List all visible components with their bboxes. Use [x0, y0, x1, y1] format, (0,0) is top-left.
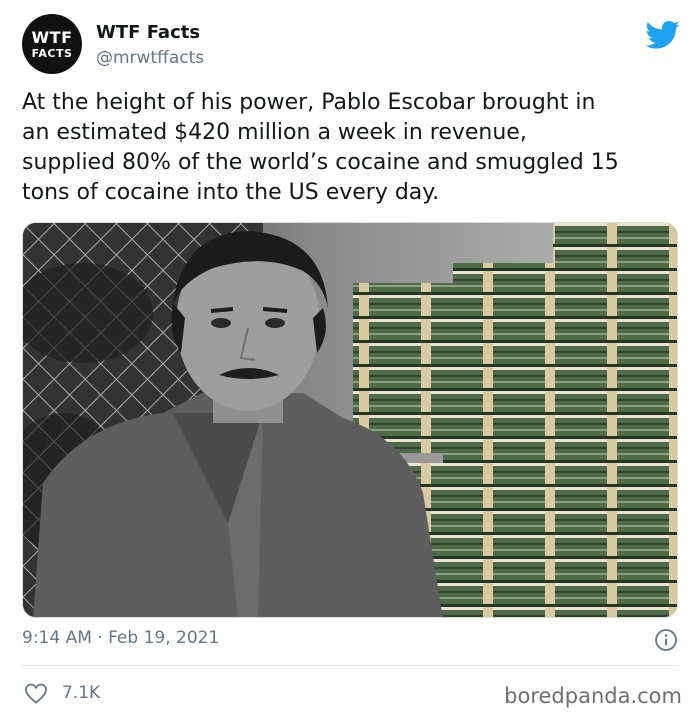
- tweet-text: At the height of his power, Pablo Escoba…: [22, 90, 619, 205]
- info-icon[interactable]: [654, 628, 678, 652]
- account-name[interactable]: WTF Facts: [96, 22, 200, 43]
- tweet-card: WTF FACTS WTF Facts @mrwtffacts At the h…: [0, 0, 700, 720]
- photo-illustration: [23, 223, 677, 617]
- avatar-text-bottom: FACTS: [31, 47, 73, 60]
- tweet-photo[interactable]: [22, 222, 678, 618]
- tweet-header: WTF FACTS WTF Facts @mrwtffacts: [22, 14, 680, 74]
- like-count: 7.1K: [62, 683, 101, 703]
- watermark: boredpanda.com: [504, 684, 682, 708]
- account-handle[interactable]: @mrwtffacts: [96, 48, 204, 68]
- avatar[interactable]: WTF FACTS: [22, 14, 82, 74]
- divider: [22, 665, 678, 666]
- tweet-timestamp[interactable]: 9:14 AM · Feb 19, 2021: [22, 628, 219, 648]
- twitter-bird-icon[interactable]: [646, 20, 680, 50]
- avatar-text-top: WTF: [31, 28, 73, 47]
- heart-icon[interactable]: [24, 682, 48, 704]
